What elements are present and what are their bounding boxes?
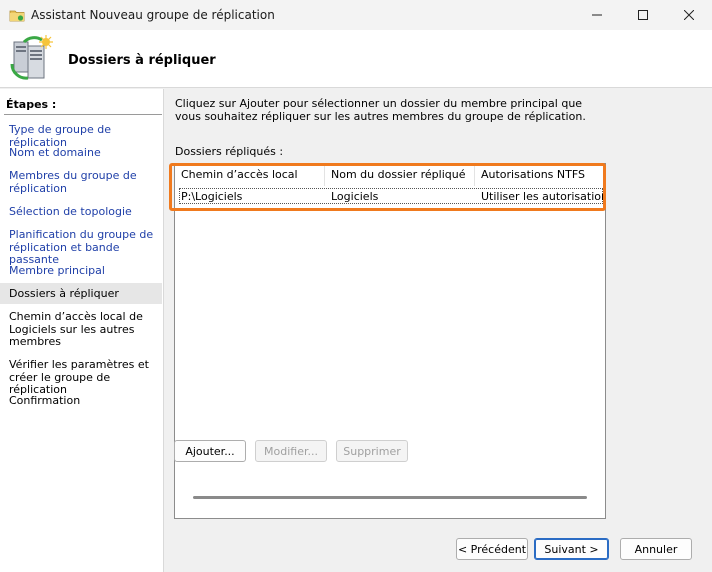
cell-local-path: P:\Logiciels (181, 190, 243, 203)
close-button[interactable] (666, 0, 712, 30)
replicated-folders-label: Dossiers répliqués : (175, 145, 284, 158)
instructions-text: Cliquez sur Ajouter pour sélectionner un… (175, 97, 586, 123)
step-schedule-bandwidth[interactable]: Planification du groupe de réplication e… (0, 228, 162, 267)
step-primary-member[interactable]: Membre principal (0, 264, 162, 278)
cancel-button[interactable]: Annuler (620, 538, 692, 560)
step-group-members[interactable]: Membres du groupe de réplication (0, 169, 162, 195)
column-header-ntfs[interactable]: Autorisations NTFS (475, 164, 605, 186)
page-title: Dossiers à répliquer (68, 53, 216, 68)
folder-replication-icon (9, 7, 25, 23)
wizard-content: Cliquez sur Ajouter pour sélectionner un… (165, 89, 712, 572)
replicated-folders-list[interactable]: Chemin d’accès local Nom du dossier répl… (174, 163, 606, 519)
title-bar: Assistant Nouveau groupe de réplication (0, 0, 712, 30)
edit-button[interactable]: Modifier... (255, 440, 327, 462)
server-replication-icon (6, 34, 56, 84)
window-title: Assistant Nouveau groupe de réplication (31, 8, 275, 22)
remove-button[interactable]: Supprimer (336, 440, 408, 462)
step-name-domain[interactable]: Nom et domaine (0, 146, 162, 160)
add-button[interactable]: Ajouter... (174, 440, 246, 462)
step-confirmation: Confirmation (9, 394, 81, 407)
steps-sidebar: Étapes : Type de groupe de réplication N… (0, 89, 164, 572)
back-button[interactable]: < Précédent (456, 538, 528, 560)
wizard-header: Dossiers à répliquer (0, 30, 712, 88)
column-header-local-path[interactable]: Chemin d’accès local (175, 164, 325, 186)
step-review-create: Vérifier les paramètres et créer le grou… (9, 358, 149, 396)
table-row[interactable]: P:\Logiciels Logiciels Utiliser les auto… (179, 188, 603, 204)
next-button[interactable]: Suivant > (534, 538, 609, 560)
steps-divider (4, 114, 162, 115)
minimize-button[interactable] (574, 0, 620, 30)
step-folders-to-replicate: Dossiers à répliquer (0, 283, 162, 304)
step-topology[interactable]: Sélection de topologie (0, 205, 162, 219)
steps-label: Étapes : (6, 98, 57, 111)
step-local-path-other-members: Chemin d’accès local de Logiciels sur le… (9, 310, 143, 348)
cell-folder-name: Logiciels (331, 190, 379, 203)
horizontal-scrollbar[interactable] (193, 496, 587, 499)
maximize-button[interactable] (620, 0, 666, 30)
column-header-folder-name[interactable]: Nom du dossier répliqué (325, 164, 475, 186)
cell-ntfs: Utiliser les autorisations... (481, 190, 603, 203)
